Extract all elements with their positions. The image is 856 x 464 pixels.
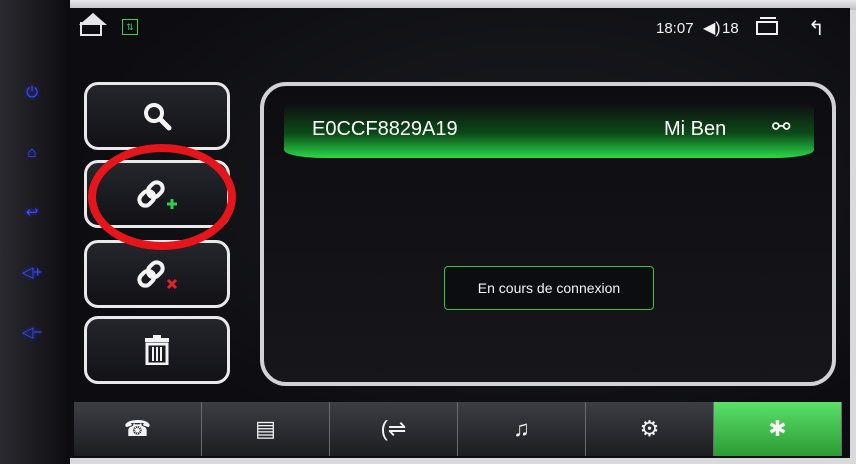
device-id: E0CCF8829A19 [312, 118, 458, 140]
back-arrow-icon[interactable]: ↰ [808, 16, 825, 41]
settings-icon: ⚙ [639, 416, 660, 441]
home-icon[interactable]: ⌂ [18, 140, 46, 164]
device-row[interactable]: E0CCF8829A19 Mi Ben ⚯ [284, 104, 814, 158]
volume-up-icon[interactable]: ◁+ [18, 260, 46, 284]
power-icon[interactable]: ⏻ [18, 80, 46, 104]
bottom-tab-bar: ☎ ▤ (⇌ ♫ ⚙ ✱ [74, 402, 842, 456]
clock: 18:07 [656, 20, 694, 37]
annotation-circle [88, 144, 236, 250]
device-name: Mi Ben [664, 118, 727, 140]
recent-apps-icon[interactable] [756, 17, 778, 35]
tab-dialpad[interactable]: ☎ [74, 402, 202, 456]
volume-down-icon[interactable]: ◁− [18, 320, 46, 344]
tab-music[interactable]: ♫ [458, 402, 586, 456]
device-panel: E0CCF8829A19 Mi Ben ⚯ En cours de connex… [260, 82, 836, 386]
contacts-icon: ▤ [255, 416, 276, 441]
unpair-device-button[interactable] [84, 240, 230, 308]
unlink-icon[interactable]: ⚯ [772, 114, 790, 140]
tab-settings[interactable]: ⚙ [586, 402, 714, 456]
delete-device-button[interactable] [84, 316, 230, 384]
hardware-button-strip: ⏻ ⌂ ↩ ◁+ ◁− [0, 0, 70, 464]
connection-status-toast: En cours de connexion [444, 266, 654, 310]
search-icon [144, 103, 172, 131]
home-icon[interactable] [80, 22, 102, 36]
head-unit-screen: ⇅ 18:07 ◀) 18 ↰ E0CCF8829A19 Mi Ben ⚯ En… [66, 8, 850, 458]
tab-call-log[interactable]: (⇌ [330, 402, 458, 456]
link-remove-icon [137, 260, 178, 290]
tab-contacts[interactable]: ▤ [202, 402, 330, 456]
dialpad-icon: ☎ [123, 416, 152, 441]
bluetooth-icon: ✱ [768, 416, 787, 441]
status-bar: ⇅ 18:07 ◀) 18 ↰ [66, 8, 850, 48]
volume-level: 18 [722, 20, 739, 37]
search-devices-button[interactable] [84, 82, 230, 150]
connection-status-text: En cours de connexion [477, 280, 621, 296]
back-icon[interactable]: ↩ [18, 200, 46, 224]
usb-icon: ⇅ [122, 19, 138, 35]
speaker-icon: ◀) [703, 20, 721, 37]
trash-icon [145, 335, 169, 365]
call-log-icon: (⇌ [380, 416, 407, 441]
music-icon: ♫ [513, 416, 530, 441]
tab-bluetooth[interactable]: ✱ [714, 402, 842, 456]
